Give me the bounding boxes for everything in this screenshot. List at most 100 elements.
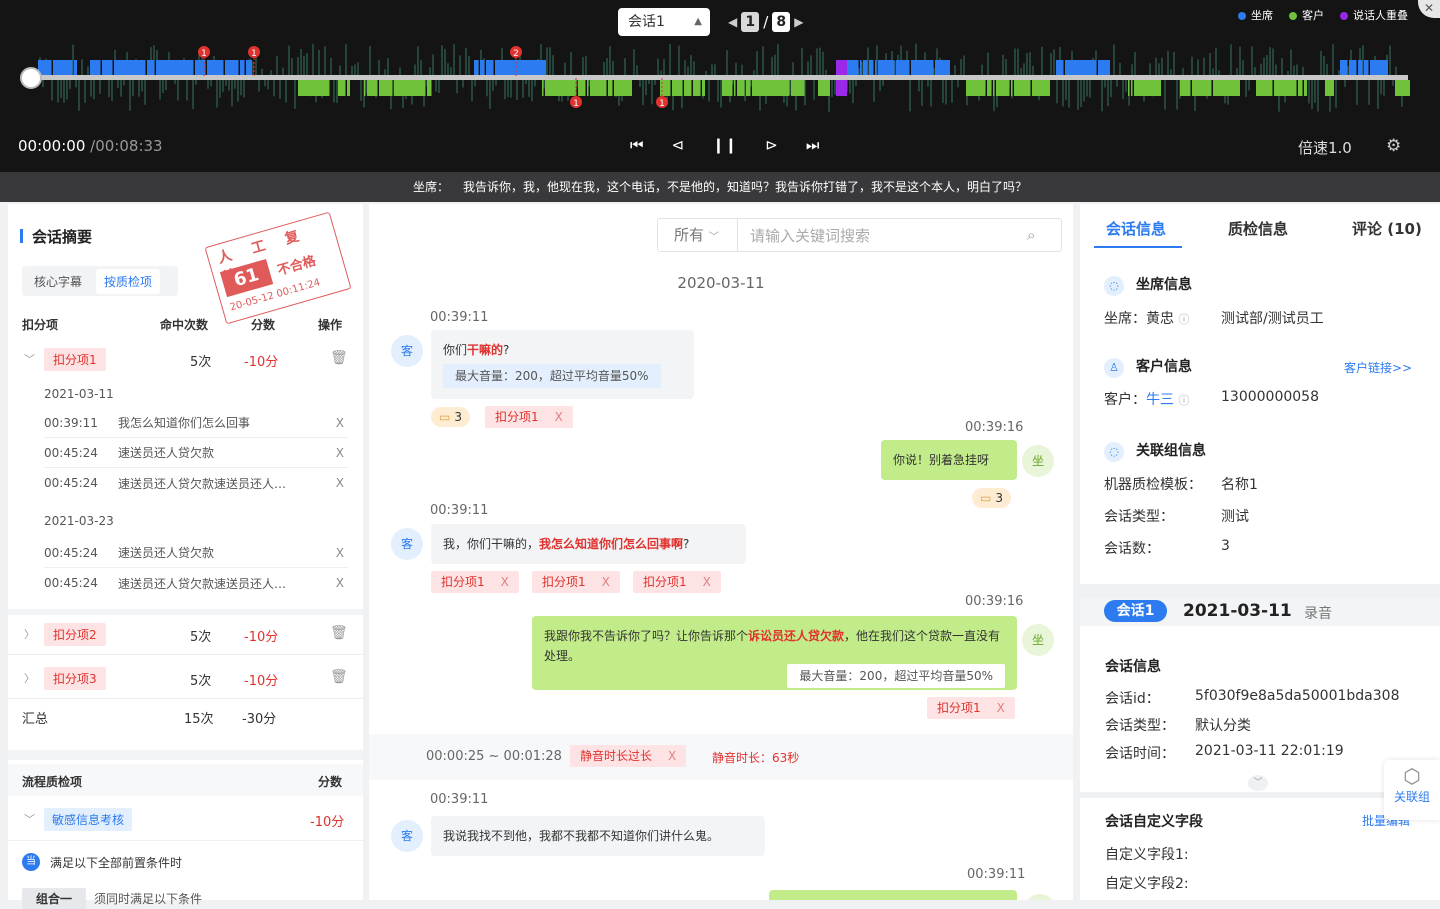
- trash-icon[interactable]: 🗑: [330, 625, 348, 641]
- speech-segment: [1180, 80, 1183, 96]
- waveform-timeline[interactable]: 1 1 2 1 1: [0, 38, 1440, 118]
- speech-segment: [525, 60, 528, 75]
- speech-segment: [827, 80, 830, 96]
- speech-segment: [999, 80, 1002, 96]
- speech-segment: [105, 60, 108, 75]
- remove-icon[interactable]: X: [336, 576, 344, 590]
- remove-icon[interactable]: X: [336, 476, 344, 490]
- session-select[interactable]: 会话1 ▲: [618, 8, 710, 36]
- hit-item[interactable]: 00:45:24 速送员还人贷欠款 X: [44, 538, 348, 568]
- speech-segment: [93, 60, 96, 75]
- forward-icon[interactable]: ⊳: [765, 136, 778, 154]
- message-bubble[interactable]: 我说我找不到他，我都不我都不知道你们讲什么鬼。: [431, 816, 765, 856]
- speech-segment: [1152, 80, 1155, 96]
- customer-link[interactable]: 客户链接>>: [1344, 359, 1412, 376]
- message-bubble[interactable]: 你说！别着急挂呀: [881, 440, 1017, 480]
- deduction-row[interactable]: 〉 扣分项2 5次 -10分 🗑: [8, 622, 363, 646]
- remove-icon[interactable]: X: [668, 749, 676, 763]
- search-input[interactable]: 请输入关键词搜索: [738, 225, 1027, 246]
- close-icon[interactable]: ✕: [1418, 0, 1440, 18]
- message-bubble[interactable]: [769, 890, 1017, 900]
- speech-segment: [1186, 80, 1189, 96]
- comment-badge[interactable]: ▭ 3: [431, 407, 470, 427]
- flow-item-row[interactable]: ﹀ 敏感信息考核 -10分: [8, 806, 363, 831]
- chevron-down-icon[interactable]: ﹀: [1248, 775, 1268, 791]
- message-bubble[interactable]: 我跟你我不告诉你了吗？让你告诉那个诉讼员还人贷欠款，他在我们这个贷款一直没有处理…: [532, 616, 1017, 690]
- hit-item[interactable]: 00:45:24 速送员还人贷欠款速送员还人… X: [44, 468, 348, 498]
- comment-badge[interactable]: ▭ 3: [972, 488, 1011, 508]
- deduction-tag[interactable]: 扣分项1 X: [532, 571, 620, 593]
- speech-segment: [1295, 80, 1297, 96]
- tab-by-check-item[interactable]: 按质检项: [96, 268, 161, 294]
- remove-icon[interactable]: X: [555, 410, 563, 424]
- speech-segment: [737, 80, 740, 96]
- speech-segment: [725, 80, 728, 96]
- trash-icon[interactable]: 🗑: [330, 350, 348, 366]
- gear-icon[interactable]: ⚙: [1386, 136, 1401, 156]
- speech-segment: [1149, 80, 1152, 96]
- search-icon[interactable]: ⌕: [1027, 226, 1061, 244]
- chevron-right-icon[interactable]: 〉: [24, 670, 35, 686]
- tab-qc-info[interactable]: 质检信息: [1228, 218, 1288, 239]
- deduction-row[interactable]: 〉 扣分项3 5次 -10分 🗑: [8, 666, 363, 690]
- message-bubble[interactable]: 我，你们干嘛的，我怎么知道你们怎么回事啊?: [431, 524, 746, 564]
- hit-item[interactable]: 00:45:24 速送员还人贷欠款 X: [44, 438, 348, 468]
- remove-icon[interactable]: X: [336, 446, 344, 460]
- remove-icon[interactable]: X: [703, 575, 711, 589]
- deduction-tag[interactable]: 扣分项1 X: [633, 571, 721, 593]
- deduction-row[interactable]: ﹀ 扣分项1 5次 -10分 🗑: [8, 346, 363, 371]
- customer-name[interactable]: 牛三: [1146, 392, 1174, 408]
- headset-icon: ◌: [1104, 276, 1124, 296]
- speech-segment: [1331, 80, 1334, 96]
- speed-control[interactable]: 倍速1.0: [1298, 137, 1352, 158]
- speech-segment: [1234, 80, 1237, 96]
- message-bubble[interactable]: 你们干嘛的? 最大音量：200，超过平均音量50%: [431, 330, 694, 399]
- speech-segment: [938, 60, 941, 75]
- chevron-right-icon[interactable]: 〉: [24, 626, 35, 642]
- speech-segment: [195, 60, 198, 75]
- hit-item[interactable]: 00:45:24 速送员还人贷欠款速送员还人… X: [44, 568, 348, 598]
- remove-icon[interactable]: X: [501, 575, 509, 589]
- speech-segment: [418, 80, 421, 96]
- remove-icon[interactable]: X: [336, 416, 344, 430]
- divider: [8, 698, 363, 699]
- rewind-icon[interactable]: ⊲: [672, 136, 685, 154]
- chevron-down-icon[interactable]: ﹀: [24, 811, 35, 827]
- speech-segment: [911, 60, 914, 75]
- speech-segment: [534, 60, 537, 75]
- related-group-button[interactable]: ⬡ 关联组: [1384, 760, 1440, 820]
- speech-segment: [554, 80, 557, 96]
- remove-icon[interactable]: X: [336, 546, 344, 560]
- pause-icon[interactable]: ❙❙: [712, 136, 737, 154]
- tab-session-info[interactable]: 会话信息: [1106, 218, 1166, 239]
- next-page-icon[interactable]: ▶: [794, 15, 803, 29]
- progress-handle[interactable]: [20, 67, 42, 89]
- speech-segment: [1068, 60, 1071, 75]
- speech-segment: [192, 60, 194, 75]
- flow-item-score: -10分: [310, 815, 345, 830]
- deduction-tag[interactable]: 扣分项1 X: [927, 697, 1015, 719]
- info-icon[interactable]: ⓘ: [1178, 313, 1189, 326]
- speech-segment: [860, 60, 862, 75]
- info-icon[interactable]: ⓘ: [1178, 394, 1189, 407]
- prev-page-icon[interactable]: ◀: [728, 15, 737, 29]
- svg-text:1: 1: [201, 49, 207, 59]
- speech-segment: [1292, 80, 1295, 96]
- deduction-tag: 扣分项3: [44, 667, 106, 690]
- tab-core-subtitle[interactable]: 核心字幕: [26, 269, 90, 294]
- deduction-tag[interactable]: 扣分项1 X: [485, 406, 573, 428]
- session-pill[interactable]: 会话1: [1104, 600, 1167, 622]
- skip-start-icon[interactable]: ⏮: [630, 136, 644, 154]
- chevron-down-icon[interactable]: ﹀: [24, 351, 35, 367]
- remove-icon[interactable]: X: [997, 701, 1005, 715]
- tab-comments[interactable]: 评论 (10): [1352, 218, 1422, 239]
- silence-tag[interactable]: 静音时长过长 X: [570, 745, 687, 767]
- deduction-tag[interactable]: 扣分项1 X: [431, 571, 519, 593]
- speaker-filter[interactable]: 所有 ﹀: [658, 219, 738, 251]
- transcript-search: 所有 ﹀ 请输入关键词搜索 ⌕: [657, 218, 1062, 252]
- hit-item[interactable]: 00:39:11 我怎么知道你们怎么回事 X: [44, 408, 348, 438]
- skip-end-icon[interactable]: ⏭: [806, 136, 820, 154]
- speech-segment: [1204, 80, 1207, 96]
- trash-icon[interactable]: 🗑: [330, 669, 348, 685]
- remove-icon[interactable]: X: [602, 575, 610, 589]
